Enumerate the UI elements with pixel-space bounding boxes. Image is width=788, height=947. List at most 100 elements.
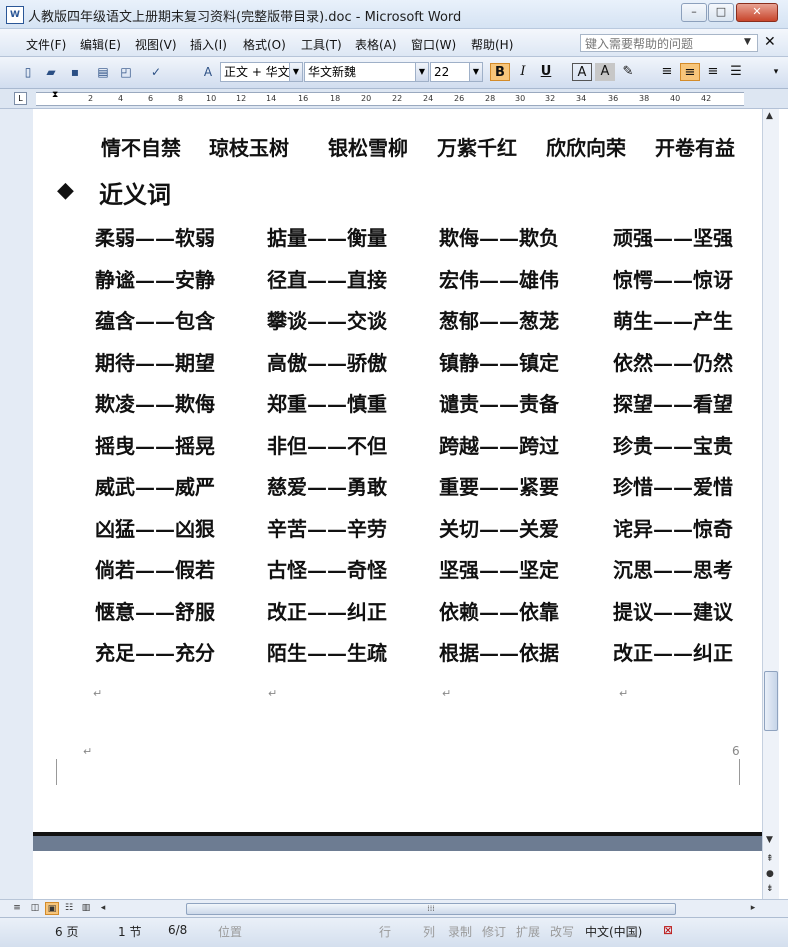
synonym-pair: 坚强——坚定: [439, 558, 559, 582]
status-overtype[interactable]: 改写: [550, 923, 574, 940]
font-select[interactable]: 华文新魏: [304, 62, 416, 82]
synonym-pair: 沉思——思考: [613, 558, 733, 582]
paragraph-mark: ↵: [83, 745, 93, 758]
menu-edit[interactable]: 编辑(E): [80, 36, 121, 53]
tab-selector[interactable]: L: [14, 92, 27, 105]
print-layout-view-icon[interactable]: ▣: [45, 902, 59, 915]
synonym-pair: 根据——依据: [439, 641, 559, 665]
menu-table[interactable]: 表格(A): [355, 36, 397, 53]
menu-tools[interactable]: 工具(T): [301, 36, 342, 53]
ruler-number: 4: [118, 94, 124, 103]
align-right-icon[interactable]: ≡: [703, 63, 723, 81]
scroll-right-icon[interactable]: ▸: [746, 902, 760, 915]
minimize-button[interactable]: –: [681, 3, 707, 22]
scroll-up-icon[interactable]: ▲: [766, 111, 773, 121]
char-shading-button[interactable]: A: [595, 63, 615, 81]
scroll-left-icon[interactable]: ◂: [96, 902, 110, 915]
paragraph-mark: ↵: [619, 687, 629, 700]
toolbar-options-icon[interactable]: ▾: [766, 63, 786, 81]
style-dropdown-icon[interactable]: ▼: [289, 62, 303, 82]
synonym-pair: 萌生——产生: [613, 309, 733, 333]
align-left-icon[interactable]: ≡: [657, 63, 677, 81]
vertical-scrollbar[interactable]: ▲ ▼ ⇞ ● ⇟: [762, 109, 779, 899]
idiom-item: 欣欣向荣: [546, 136, 626, 160]
idiom-item: 情不自禁: [101, 136, 181, 160]
normal-view-icon[interactable]: ≡: [10, 902, 24, 915]
ruler-number: 12: [236, 94, 247, 103]
status-column: 列: [423, 925, 436, 939]
char-border-button[interactable]: A: [572, 63, 592, 81]
styles-icon[interactable]: A: [200, 64, 216, 80]
synonym-pair: 关切——关爱: [439, 517, 559, 541]
synonym-pair: 宏伟——雄伟: [439, 268, 559, 292]
help-search-input[interactable]: 键入需要帮助的问题: [580, 34, 758, 52]
ruler-number: 8: [178, 94, 184, 103]
align-center-icon[interactable]: ≡: [680, 63, 700, 81]
scroll-down-icon[interactable]: ▼: [766, 835, 773, 845]
close-document-button[interactable]: ✕: [764, 34, 776, 50]
section-bullet-icon: ◆: [57, 177, 74, 203]
outline-view-icon[interactable]: ☷: [62, 902, 76, 915]
print-icon[interactable]: ▤: [95, 64, 111, 80]
menu-help[interactable]: 帮助(H): [471, 36, 513, 53]
status-section: 1 节: [118, 925, 142, 939]
indent-marker-icon[interactable]: ⧗: [52, 90, 58, 100]
new-document-icon[interactable]: ▯: [20, 64, 36, 80]
menu-file[interactable]: 文件(F): [26, 36, 66, 53]
document-canvas[interactable]: 情不自禁 琼枝玉树 银松雪柳 万紫千红 欣欣向荣 开卷有益 ◆ 近义词 ↵ ↵ …: [33, 109, 762, 899]
paragraph-mark: ↵: [442, 687, 452, 700]
status-line: 行: [379, 925, 392, 939]
next-page-icon[interactable]: ⇟: [766, 884, 774, 894]
open-folder-icon[interactable]: ▰: [43, 64, 59, 80]
maximize-button[interactable]: □: [708, 3, 734, 22]
horizontal-scroll-thumb[interactable]: ⁞⁞⁞: [186, 903, 676, 915]
font-size-dropdown-icon[interactable]: ▼: [469, 62, 483, 82]
print-preview-icon[interactable]: ◰: [118, 64, 134, 80]
synonym-pair: 辛苦——辛劳: [267, 517, 387, 541]
synonym-pair: 谴责——责备: [439, 392, 559, 416]
menu-view[interactable]: 视图(V): [135, 36, 177, 53]
font-dropdown-icon[interactable]: ▼: [415, 62, 429, 82]
ruler-number: 20: [361, 94, 372, 103]
help-dropdown-icon[interactable]: ▼: [744, 37, 751, 47]
ruler-number: 6: [148, 94, 154, 103]
menu-window[interactable]: 窗口(W): [411, 36, 456, 53]
vertical-scroll-thumb[interactable]: [764, 671, 778, 731]
synonym-pair: 欺凌——欺侮: [95, 392, 215, 416]
synonym-pair: 诧异——惊奇: [613, 517, 733, 541]
bold-button[interactable]: B: [490, 63, 510, 81]
justify-icon[interactable]: ☰: [726, 63, 746, 81]
style-select[interactable]: 正文 + 华文: [220, 62, 290, 82]
status-record[interactable]: 录制: [448, 923, 472, 940]
synonym-pair: 珍惜——爱惜: [613, 475, 733, 499]
reading-layout-view-icon[interactable]: ▥: [79, 902, 93, 915]
menu-format[interactable]: 格式(O): [243, 36, 286, 53]
web-layout-view-icon[interactable]: ◫: [28, 902, 42, 915]
section-title: 近义词: [99, 180, 171, 209]
word-app-icon[interactable]: W: [6, 6, 24, 24]
save-icon[interactable]: ▪: [67, 64, 83, 80]
underline-button[interactable]: U: [536, 63, 556, 81]
status-language[interactable]: 中文(中国): [585, 923, 642, 940]
ruler-number: 30: [515, 94, 526, 103]
status-position: 位置: [218, 925, 243, 939]
highlight-icon[interactable]: ✎: [618, 63, 638, 81]
spelling-check-icon[interactable]: ✓: [148, 64, 164, 80]
close-window-button[interactable]: ✕: [736, 3, 778, 22]
synonym-pair: 探望——看望: [613, 392, 733, 416]
previous-page-icon[interactable]: ⇞: [766, 854, 774, 864]
synonym-pair: 充足——充分: [95, 641, 215, 665]
italic-button[interactable]: I: [513, 63, 533, 81]
page-number: 6: [732, 744, 740, 758]
menu-insert[interactable]: 插入(I): [190, 36, 227, 53]
status-extend[interactable]: 扩展: [516, 923, 540, 940]
vertical-ruler: [0, 109, 34, 899]
idiom-item: 开卷有益: [655, 136, 735, 160]
status-track-changes[interactable]: 修订: [482, 923, 506, 940]
horizontal-ruler[interactable]: ⧗ 2 4 6 8 10 12 14 16 18 20 22 24 26 28 …: [36, 90, 744, 106]
font-size-select[interactable]: 22: [430, 62, 470, 82]
ruler-number: 36: [608, 94, 619, 103]
status-bar: 6 页 1 节 6/8 位置 行 列 录制 修订 扩展 改写 中文(中国) ⊠: [0, 917, 788, 947]
spelling-status-icon[interactable]: ⊠: [663, 923, 673, 937]
select-browse-object-icon[interactable]: ●: [766, 869, 774, 879]
